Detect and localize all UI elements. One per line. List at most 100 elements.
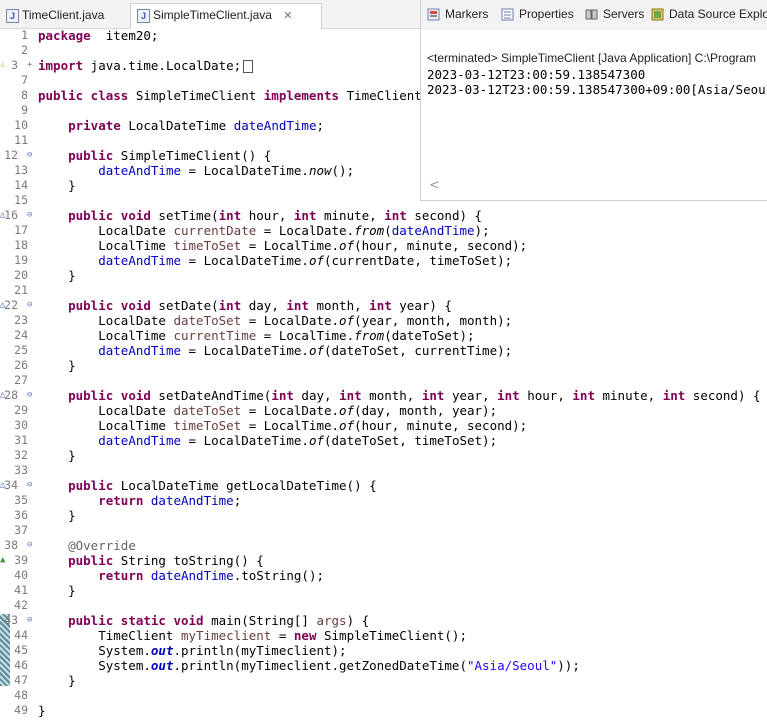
java-file-icon: J [137, 9, 150, 23]
code-line[interactable]: 46 System.out.println(myTimeclient.getZo… [0, 658, 767, 673]
code-text: @Override [68, 538, 136, 553]
implements-marker-icon: △ [0, 210, 6, 220]
code-line[interactable]: 39 ▲ public String toString() { [0, 553, 767, 568]
code-text: } [38, 583, 76, 598]
code-line[interactable]: 41 } [0, 583, 767, 598]
tab-markers[interactable]: Markers [427, 7, 488, 21]
line-number: 7 [21, 73, 28, 87]
code-line[interactable]: 33 [0, 463, 767, 478]
line-number: 36 [14, 508, 28, 522]
line-number: 15 [14, 193, 28, 207]
line-number: 37 [14, 523, 28, 537]
line-number: 19 [14, 253, 28, 267]
code-text: TimeClient myTimeclient = new SimpleTime… [38, 628, 467, 643]
code-line[interactable]: 29 LocalDate dateToSet = LocalDate.of(da… [0, 403, 767, 418]
tab-servers[interactable]: Servers [585, 7, 644, 21]
tab-label: Data Source Explo [669, 7, 767, 21]
tab-label: Markers [445, 7, 489, 21]
line-number: 27 [14, 373, 28, 387]
code-line[interactable]: 38 ⊖ @Override [0, 538, 767, 553]
editor-tab-bar: J TimeClient.java J SimpleTimeClient.jav… [0, 0, 420, 29]
tab-timeclient[interactable]: J TimeClient.java [0, 4, 142, 26]
code-text: public void setTime(int hour, int minute… [68, 208, 483, 223]
code-line[interactable]: 45 System.out.println(myTimeclient); [0, 643, 767, 658]
code-line[interactable]: 24 LocalTime currentTime = LocalTime.fro… [0, 328, 767, 343]
tab-simpletimeclient[interactable]: J SimpleTimeClient.java ✕ [130, 3, 322, 29]
code-line[interactable]: 44 TimeClient myTimeclient = new SimpleT… [0, 628, 767, 643]
code-line[interactable]: 43 ⊖ public static void main(String[] arg… [0, 613, 767, 628]
code-line[interactable]: 21 [0, 283, 767, 298]
line-number: 44 [14, 628, 28, 642]
implements-marker-icon: △ [0, 480, 6, 490]
code-text: public SimpleTimeClient() { [68, 148, 272, 163]
collapse-fold-icon[interactable]: ⊖ [27, 388, 32, 403]
code-line[interactable]: 20 } [0, 268, 767, 283]
collapse-fold-icon[interactable]: ⊖ [27, 478, 32, 493]
line-number: 17 [14, 223, 28, 237]
line-number: 35 [14, 493, 28, 507]
code-line[interactable]: 42 [0, 598, 767, 613]
code-line[interactable]: 36 } [0, 508, 767, 523]
code-line[interactable]: 32 } [0, 448, 767, 463]
code-text: } [38, 268, 76, 283]
line-number: 21 [14, 283, 28, 297]
line-number: 30 [14, 418, 28, 432]
code-line[interactable]: 35 return dateAndTime; [0, 493, 767, 508]
console-output-line: 2023-03-12T23:00:59.138547300+09:00[Asia… [427, 82, 767, 97]
collapse-fold-icon[interactable]: ⊖ [27, 613, 32, 628]
line-number: 48 [14, 688, 28, 702]
line-number: 24 [14, 328, 28, 342]
line-number: 8 [21, 88, 28, 102]
line-number: 49 [14, 703, 28, 717]
code-line[interactable]: 22 △ ⊖ public void setDate(int day, int mo… [0, 298, 767, 313]
line-number: 29 [14, 403, 28, 417]
line-number: 20 [14, 268, 28, 282]
code-line[interactable]: 34 △ ⊖ public LocalDateTime getLocalDateTi… [0, 478, 767, 493]
code-line[interactable]: 28 △ ⊖ public void setDateAndTime(int day,… [0, 388, 767, 403]
code-text: } [38, 178, 76, 193]
code-line[interactable]: 37 [0, 523, 767, 538]
code-line[interactable]: 17 LocalDate currentDate = LocalDate.fro… [0, 223, 767, 238]
code-line[interactable]: 31 dateAndTime = LocalDateTime.of(dateTo… [0, 433, 767, 448]
console-view: Markers Properties Servers Data Source E… [420, 0, 767, 201]
tab-label: TimeClient.java [22, 8, 105, 22]
line-number: 32 [14, 448, 28, 462]
code-line[interactable]: 48 [0, 688, 767, 703]
code-text: LocalDate dateToSet = LocalDate.of(year,… [38, 313, 513, 328]
line-number: 47 [14, 673, 28, 687]
code-line[interactable]: 23 LocalDate dateToSet = LocalDate.of(ye… [0, 313, 767, 328]
code-text: } [38, 703, 46, 718]
horizontal-scrollbar[interactable]: < [421, 178, 767, 196]
code-line[interactable]: 40 return dateAndTime.toString(); [0, 568, 767, 583]
collapsed-block-icon [243, 60, 254, 73]
scroll-left-icon[interactable]: < [429, 178, 440, 193]
line-number: 18 [14, 238, 28, 252]
code-line[interactable]: 27 [0, 373, 767, 388]
code-text: dateAndTime = LocalDateTime.now(); [98, 163, 355, 178]
line-number: 38 [4, 538, 18, 552]
code-line[interactable]: 47 } [0, 673, 767, 688]
collapse-fold-icon[interactable]: ⊖ [27, 148, 32, 163]
line-number: 31 [14, 433, 28, 447]
code-line[interactable]: 25 dateAndTime = LocalDateTime.of(dateTo… [0, 343, 767, 358]
close-icon[interactable]: ✕ [283, 10, 292, 22]
collapse-fold-icon[interactable]: ⊖ [27, 298, 32, 313]
code-line[interactable]: 26 } [0, 358, 767, 373]
code-line[interactable]: 19 dateAndTime = LocalDateTime.of(curren… [0, 253, 767, 268]
collapse-fold-icon[interactable]: ⊖ [27, 208, 32, 223]
expand-fold-icon[interactable]: + [27, 58, 32, 73]
code-line[interactable]: 49} [0, 703, 767, 718]
tab-data-source-explorer[interactable]: Data Source Explo [651, 7, 767, 21]
code-text: } [38, 448, 76, 463]
code-line[interactable]: 18 LocalTime timeToSet = LocalTime.of(ho… [0, 238, 767, 253]
code-text: System.out.println(myTimeclient); [38, 643, 347, 658]
line-number: 45 [14, 643, 28, 657]
code-text: public LocalDateTime getLocalDateTime() … [68, 478, 377, 493]
code-line[interactable]: 30 LocalTime timeToSet = LocalTime.of(ho… [0, 418, 767, 433]
tab-properties[interactable]: Properties [501, 7, 574, 21]
code-text: System.out.println(myTimeclient.getZoned… [38, 658, 580, 673]
code-text: LocalTime timeToSet = LocalTime.of(hour,… [38, 418, 528, 433]
code-line[interactable]: 16 △ ⊖ public void setTime(int hour, int m… [0, 208, 767, 223]
code-text: LocalTime currentTime = LocalTime.from(d… [38, 328, 475, 343]
collapse-fold-icon[interactable]: ⊖ [27, 538, 32, 553]
